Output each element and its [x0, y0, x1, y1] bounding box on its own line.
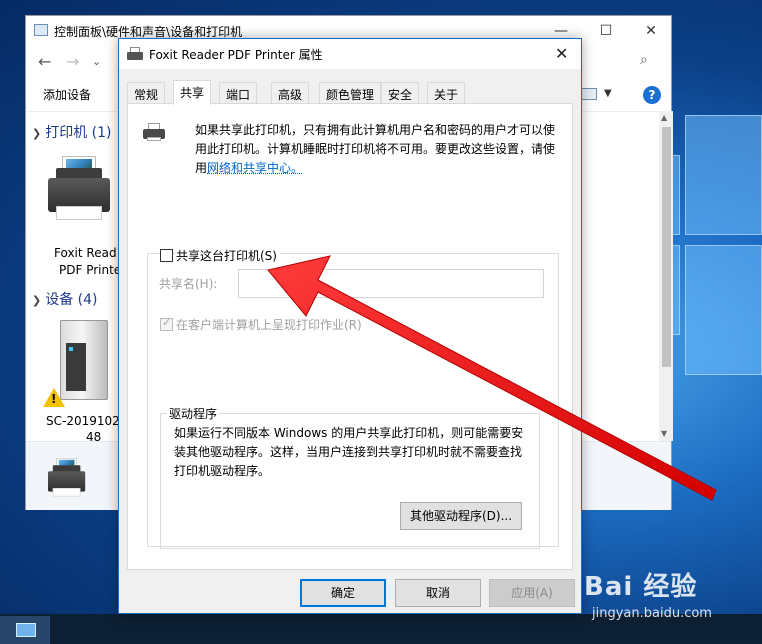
collapse-caret-icon: ❯	[32, 294, 42, 307]
printers-group-label: 打印机 (1)	[45, 125, 112, 141]
forward-arrow-icon[interactable]: →	[66, 52, 79, 71]
printer-tile-label-2: PDF Printe	[59, 263, 122, 277]
sharing-info-text: 如果共享此打印机，只有拥有此计算机用户名和密码的用户才可以使 用此打印机。计算机…	[195, 121, 559, 178]
scroll-down-icon[interactable]: ▼	[661, 429, 667, 438]
tab-security[interactable]: 安全	[381, 82, 420, 104]
drivers-line-3: 打印机驱动程序。	[174, 464, 271, 478]
sharing-info-line-2: 用此打印机。计算机睡眠时打印机将不可用。要更改这些设置，请使	[195, 142, 556, 156]
device-tile-label-1: SC-2019102	[46, 414, 120, 428]
close-button[interactable]: ✕	[636, 20, 666, 42]
dialog-tabs: 常规 共享 端口 高级 颜色管理 安全 关于	[127, 80, 573, 105]
drivers-line-1: 如果运行不同版本 Windows 的用户共享此打印机，则可能需要安	[174, 426, 524, 440]
warning-exclamation-icon: !	[51, 392, 57, 406]
computer-device-icon[interactable]	[60, 320, 108, 400]
control-panel-icon	[34, 24, 48, 36]
tab-sharing[interactable]: 共享	[173, 80, 212, 105]
tab-color-management[interactable]: 颜色管理	[319, 82, 382, 104]
network-sharing-center-link[interactable]: 网络和共享中心。	[207, 161, 303, 175]
help-icon[interactable]: ?	[643, 86, 661, 104]
recent-dropdown-icon[interactable]: ⌄	[92, 55, 101, 68]
watermark-url: jingyan.baidu.com	[592, 606, 712, 621]
sharing-info-prefix: 用	[195, 161, 208, 175]
details-printer-icon	[48, 458, 86, 498]
watermark-brand: Bai 经验	[584, 572, 698, 602]
drivers-legend: 驱动程序	[167, 405, 220, 422]
maximize-button[interactable]: ☐	[591, 20, 621, 42]
printer-properties-dialog: Foxit Reader PDF Printer 属性 ✕ 常规 共享 端口 高…	[118, 38, 582, 614]
other-drivers-button[interactable]: 其他驱动程序(D)...	[400, 502, 522, 530]
shared-printer-icon	[143, 121, 165, 141]
printer-icon	[127, 47, 143, 61]
add-device-button[interactable]: 添加设备	[43, 86, 91, 103]
tab-ports[interactable]: 端口	[219, 82, 258, 104]
view-dropdown-icon[interactable]: ▼	[604, 88, 612, 99]
share-name-label: 共享名(H):	[159, 277, 218, 291]
share-name-input[interactable]	[238, 269, 544, 298]
share-printer-checkbox[interactable]	[160, 249, 173, 262]
render-jobs-checkbox[interactable]	[160, 316, 173, 331]
printer-device-icon[interactable]	[48, 156, 110, 222]
printer-tile-label-1: Foxit Read	[54, 246, 117, 260]
explorer-scrollbar[interactable]: ▲ ▼	[659, 111, 673, 441]
baidu-watermark: Bai 经验 jingyan.baidu.com	[584, 566, 760, 628]
printers-group-header[interactable]: ❯ 打印机 (1)	[32, 122, 112, 142]
sharing-info-line-1: 如果共享此打印机，只有拥有此计算机用户名和密码的用户才可以使	[195, 123, 556, 137]
drivers-line-2: 装其他驱动程序。这样，当用户连接到共享打印机时就不需要查找	[174, 445, 523, 459]
devices-group-label: 设备 (4)	[45, 292, 98, 308]
share-printer-label[interactable]: 共享这台打印机(S)	[176, 247, 280, 264]
devices-group-header[interactable]: ❯ 设备 (4)	[32, 289, 98, 309]
tab-about[interactable]: 关于	[427, 82, 466, 104]
render-jobs-label[interactable]: 在客户端计算机上呈现打印作业(R)	[176, 316, 362, 333]
drivers-description: 如果运行不同版本 Windows 的用户共享此打印机，则可能需要安 装其他驱动程…	[174, 424, 534, 481]
scroll-up-icon[interactable]: ▲	[661, 113, 667, 122]
collapse-caret-icon: ❯	[32, 127, 42, 140]
search-icon[interactable]: ⌕	[640, 52, 648, 68]
dialog-close-button[interactable]: ✕	[555, 44, 568, 63]
dialog-title: Foxit Reader PDF Printer 属性	[149, 48, 323, 62]
scroll-thumb[interactable]	[662, 127, 671, 367]
apply-button[interactable]: 应用(A)	[489, 579, 575, 607]
sharing-info-line-3: 用网络和共享中心。	[195, 159, 559, 178]
taskbar-control-panel-icon[interactable]	[0, 616, 50, 644]
back-arrow-icon[interactable]: ←	[38, 52, 51, 71]
tab-general[interactable]: 常规	[127, 82, 166, 104]
tab-advanced[interactable]: 高级	[271, 82, 310, 104]
cancel-button[interactable]: 取消	[395, 579, 481, 607]
dialog-titlebar: Foxit Reader PDF Printer 属性 ✕	[119, 39, 581, 69]
ok-button[interactable]: 确定	[300, 579, 386, 607]
